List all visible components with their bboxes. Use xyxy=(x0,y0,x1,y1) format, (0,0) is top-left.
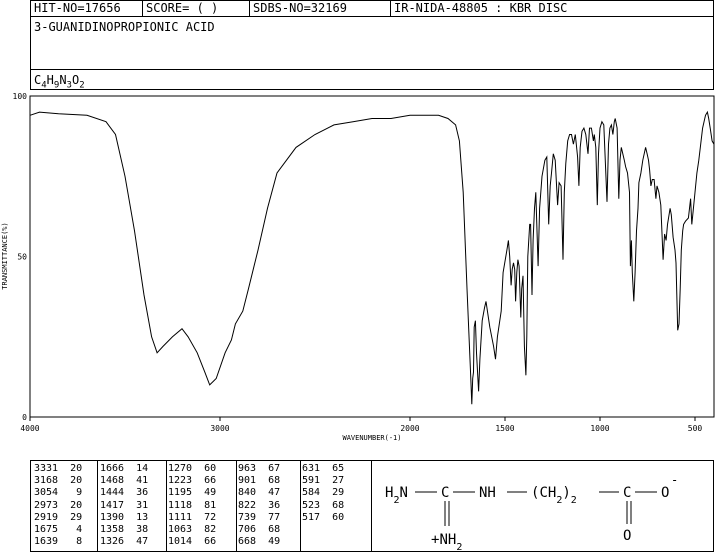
x-axis-label: WAVENUMBER(-1) xyxy=(342,434,401,442)
peak-col-divider xyxy=(300,460,301,552)
peak-row: 1639 8 xyxy=(34,536,83,548)
peak-row: 523 68 xyxy=(296,499,345,511)
structure-diagram: H2N C NH (CH2)2 C O - +NH2 O xyxy=(385,473,678,552)
struct-nh2: +NH2 xyxy=(431,532,462,552)
struct-o: O xyxy=(623,528,631,544)
y-tick-label: 50 xyxy=(17,253,27,262)
peak-row: 668 49 xyxy=(232,536,281,548)
peak-row xyxy=(296,524,356,536)
peak-column: 1666 14 1468 41 1444 36 1417 31 1390 13 1358 … xyxy=(100,463,160,548)
peak-row: 591 27 xyxy=(296,475,345,487)
x-tick-label: 1000 xyxy=(590,424,609,433)
peak-row: 1390 13 xyxy=(100,511,149,523)
peak-column: 1270 60 1223 66 1195 49 1118 81 1111 72 1063 … xyxy=(168,463,228,548)
peak-column: 3331 20 3168 20 3054 9 2973 20 2919 29 1675 4… xyxy=(34,463,94,548)
peak-row: 1063 82 xyxy=(168,524,217,536)
peak-column: 631 65 591 27 584 29 523 68 517 60 xyxy=(296,463,356,548)
peak-row: 822 36 xyxy=(232,499,281,511)
struct-h2n: H2N xyxy=(385,485,408,506)
x-tick-label: 1500 xyxy=(495,424,514,433)
peak-row: 901 68 xyxy=(232,475,281,487)
peak-column: 963 67 901 68 840 47 822 36 739 77 706 6… xyxy=(232,463,292,548)
peak-row: 1417 31 xyxy=(100,499,149,511)
peak-row: 1675 4 xyxy=(34,524,83,536)
x-tick-label: 500 xyxy=(688,424,703,433)
peak-row: 1118 81 xyxy=(168,499,217,511)
ir-spectrum-chart: 4000 3000 2000 1500 1000 500 0 50 100 WAVENUMBE… xyxy=(1,92,715,442)
peak-row xyxy=(296,536,356,548)
x-tick-label: 4000 xyxy=(20,424,39,433)
y-tick-label: 100 xyxy=(13,92,28,101)
x-tick-label: 2000 xyxy=(400,424,419,433)
struct-o-minus: O xyxy=(661,485,669,501)
struct-charge: - xyxy=(671,473,678,487)
x-tick-label: 3000 xyxy=(210,424,229,433)
struct-nh: NH xyxy=(479,485,496,501)
peak-row: 517 60 xyxy=(296,511,345,523)
peak-col-divider xyxy=(166,460,167,552)
y-tick-label: 0 xyxy=(22,413,27,422)
peak-row: 2973 20 xyxy=(34,499,83,511)
struct-c1: C xyxy=(441,485,449,501)
peak-row: 1358 38 xyxy=(100,524,149,536)
peak-row: 1270 60 xyxy=(168,463,217,474)
peak-col-divider xyxy=(236,460,237,552)
peak-row: 739 77 xyxy=(232,511,281,523)
peak-row: 584 29 xyxy=(296,487,345,499)
peak-row: 3054 9 xyxy=(34,487,83,499)
peak-row: 1444 36 xyxy=(100,487,149,499)
peak-row: 1223 66 xyxy=(168,475,217,487)
peak-row: 1666 14 xyxy=(100,463,149,474)
peak-row: 706 68 xyxy=(232,524,281,536)
struct-ch2: (CH2)2 xyxy=(531,485,577,506)
spectrum-line xyxy=(29,110,715,405)
peak-row: 1014 66 xyxy=(168,536,217,548)
peak-col-divider xyxy=(97,460,98,552)
peak-row: 963 67 xyxy=(232,463,281,474)
plot-frame xyxy=(29,95,715,418)
struct-c2: C xyxy=(623,485,631,501)
peak-row: 840 47 xyxy=(232,487,281,499)
peak-row: 1195 49 xyxy=(168,487,217,499)
peak-row: 3168 20 xyxy=(34,475,83,487)
peak-row: 1111 72 xyxy=(168,511,217,523)
y-axis-label: TRANSMITTANCE(%) xyxy=(1,222,9,289)
peak-row: 631 65 xyxy=(296,463,345,474)
peak-row: 3331 20 xyxy=(34,463,83,474)
peak-row: 1326 47 xyxy=(100,536,149,548)
peak-row: 2919 29 xyxy=(34,511,83,523)
peak-row: 1468 41 xyxy=(100,475,149,487)
